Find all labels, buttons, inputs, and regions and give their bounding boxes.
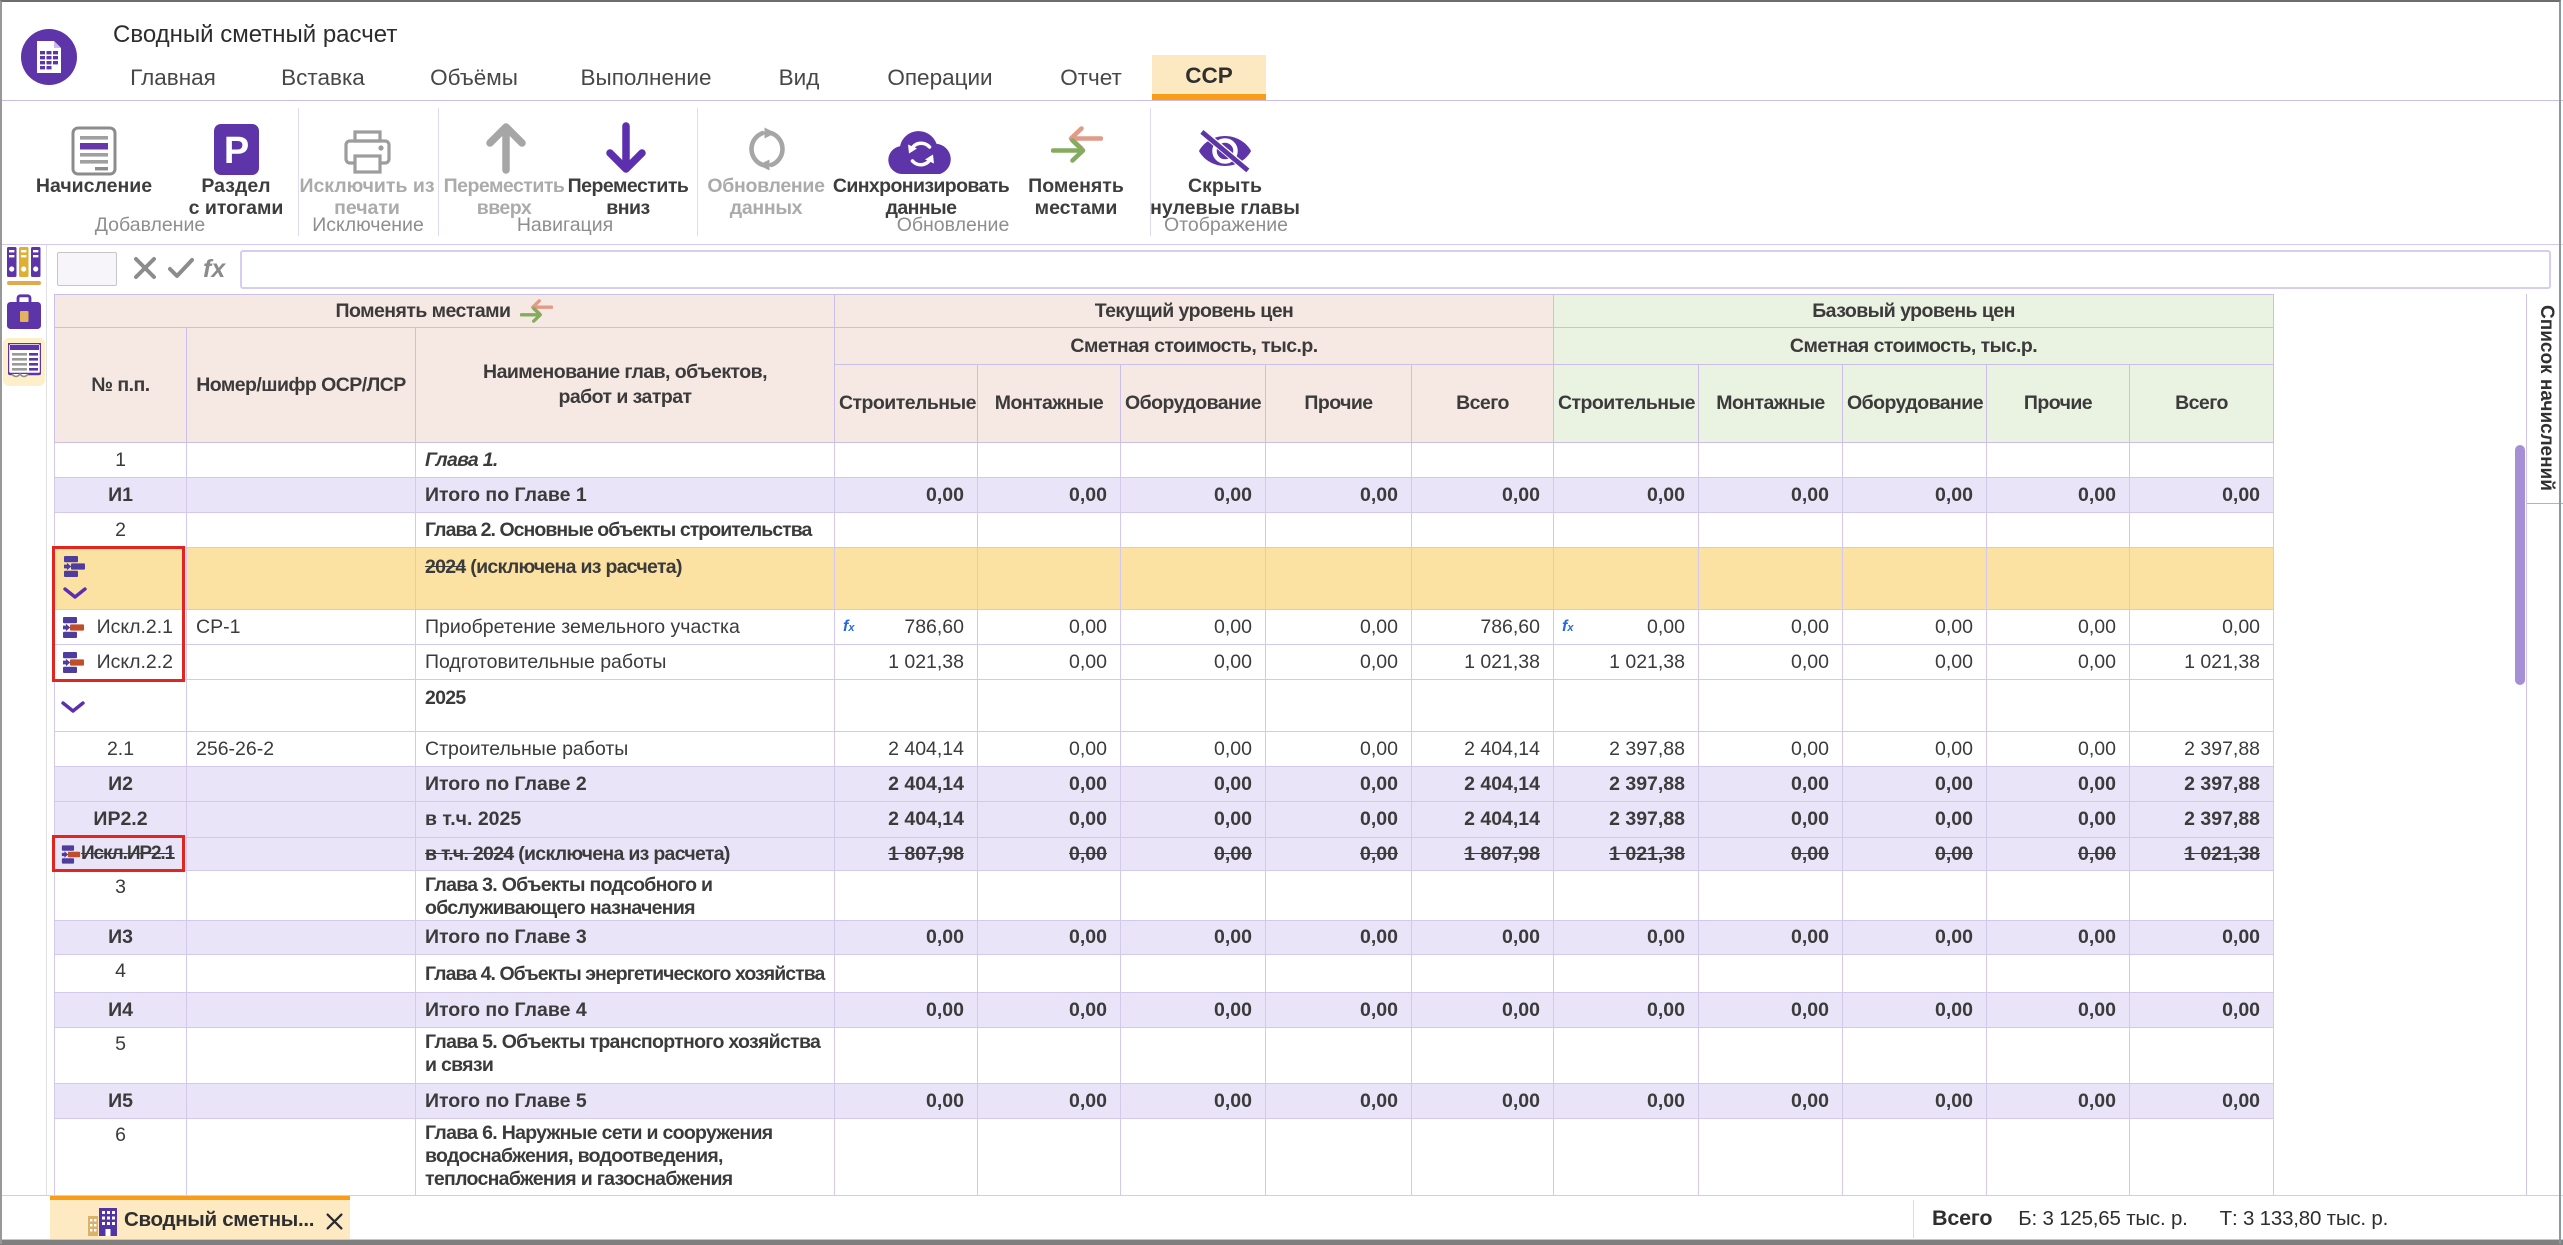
svg-text:P: P — [224, 130, 249, 172]
